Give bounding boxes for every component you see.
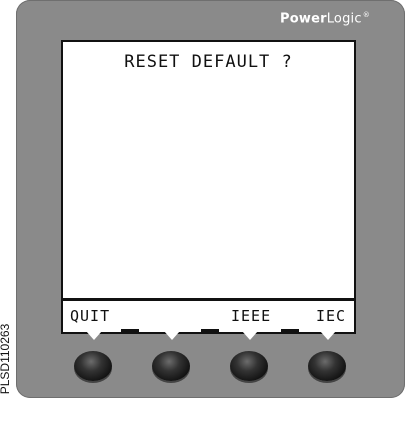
softkey-2-pointer-icon — [164, 331, 180, 340]
softkey-4-pointer-icon — [320, 331, 336, 340]
softkey-label-iec: IEC — [316, 307, 347, 325]
figure-code-label: PLSD110263 — [0, 323, 12, 395]
brand-registered-mark: ® — [362, 11, 370, 19]
softkey-2-button[interactable] — [152, 351, 190, 381]
brand-logo: PowerLogic® — [280, 11, 370, 26]
softkey-label-quit: QUIT — [70, 307, 111, 325]
brand-name-bold: Power — [280, 11, 327, 27]
lcd-display: RESET DEFAULT ? — [61, 40, 356, 300]
brand-name-light: Logic — [326, 11, 362, 27]
softkey-divider-tick — [121, 329, 139, 332]
softkey-3-button[interactable] — [230, 351, 268, 381]
softkey-1-button[interactable] — [74, 351, 112, 381]
softkey-label-strip: QUIT IEEE IEC — [61, 299, 356, 334]
softkey-4-button[interactable] — [308, 351, 346, 381]
softkey-label-ieee: IEEE — [231, 307, 272, 325]
display-message: RESET DEFAULT ? — [124, 52, 293, 72]
softkey-1-pointer-icon — [86, 331, 102, 340]
softkey-3-pointer-icon — [242, 331, 258, 340]
softkey-divider-tick — [281, 329, 299, 332]
softkey-divider-tick — [201, 329, 219, 332]
